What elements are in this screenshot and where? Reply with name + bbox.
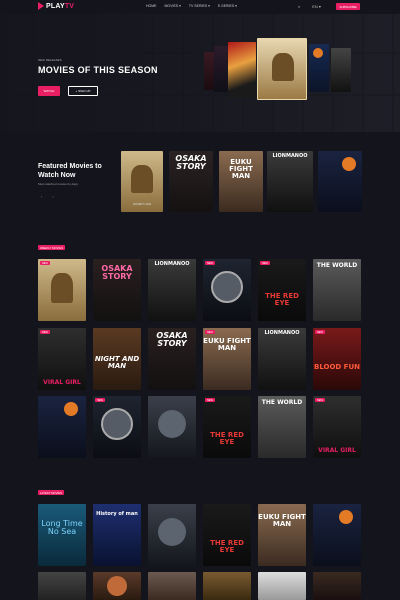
new-badge: NEW xyxy=(40,330,50,334)
movie-poster[interactable]: NEW xyxy=(38,259,86,321)
movie-poster[interactable]: NEW BLOOD FUN xyxy=(313,328,361,390)
featured-poster[interactable] xyxy=(318,151,362,212)
movie-poster[interactable]: NEW xyxy=(203,259,251,321)
movie-poster[interactable]: NEW THE RED EYE xyxy=(203,396,251,458)
poster-title: VIRAL GIRL xyxy=(43,379,81,386)
movie-poster[interactable] xyxy=(313,504,361,566)
movie-poster[interactable]: LIONMANOO xyxy=(258,328,306,390)
new-badge: NEW xyxy=(205,261,215,265)
main-menu: HOME MOVIES ▾ TV SERIES ▾ E-SERIES ▾ xyxy=(146,4,237,8)
poster-title: VIRAL GIRL xyxy=(318,447,356,454)
poster-title: EUKU FIGHT MAN xyxy=(258,513,306,528)
section-tag-weekly: WEEKLY MOVIES xyxy=(38,245,66,250)
logo-main-text: PLAY xyxy=(46,2,65,10)
featured-title: Featured Movies to Watch Now xyxy=(38,163,102,179)
hero-watch-button[interactable]: WATCH xyxy=(38,86,60,96)
hero-poster[interactable] xyxy=(204,52,214,90)
poster-title: OSAKA STORY xyxy=(101,264,133,281)
poster-title: THE RED EYE xyxy=(265,292,299,307)
movie-poster[interactable] xyxy=(203,572,251,600)
new-badge: NEW xyxy=(260,261,270,265)
movie-poster[interactable]: LIONMANOO xyxy=(148,259,196,321)
movie-poster[interactable]: Long Time No Sea xyxy=(38,504,86,566)
movie-poster[interactable]: NEW THE RED EYE xyxy=(258,259,306,321)
chevron-left-icon[interactable]: ‹ xyxy=(41,194,42,199)
poster-title: ANCIENT LAND xyxy=(132,203,152,206)
poster-title: OSAKA STORY xyxy=(156,331,188,348)
hero-poster[interactable] xyxy=(309,44,329,92)
hero-poster[interactable] xyxy=(331,48,351,92)
movie-poster[interactable] xyxy=(148,396,196,458)
search-icon[interactable]: ⌕ xyxy=(298,4,300,9)
movie-poster[interactable]: NEW EUKU FIGHT MAN xyxy=(203,328,251,390)
new-badge: NEW xyxy=(95,398,105,402)
new-badge: NEW xyxy=(205,398,215,402)
movie-poster[interactable]: History of man xyxy=(93,504,141,566)
movie-poster[interactable] xyxy=(258,572,306,600)
movie-poster[interactable]: THE RED EYE xyxy=(203,504,251,566)
menu-item-e-series[interactable]: E-SERIES ▾ xyxy=(218,4,237,8)
menu-item-tv-series[interactable]: TV SERIES ▾ xyxy=(189,4,210,8)
movie-poster[interactable] xyxy=(148,572,196,600)
poster-title: NIGHT AND MAN xyxy=(94,355,140,370)
movie-poster[interactable]: OSAKA STORY xyxy=(148,328,196,390)
new-badge: NEW xyxy=(315,398,325,402)
featured-subtitle: Most watched movies by days xyxy=(38,182,79,186)
menu-item-home[interactable]: HOME xyxy=(146,4,157,8)
logo-accent-text: TV xyxy=(64,2,75,10)
poster-title: BLOOD FUN xyxy=(313,363,361,371)
top-navigation: PLAYTV HOME MOVIES ▾ TV SERIES ▾ E-SERIE… xyxy=(0,0,400,14)
poster-title: EUKU FIGHT MAN xyxy=(229,158,253,180)
subscribe-button[interactable]: SUBSCRIBE xyxy=(336,3,360,10)
poster-title: THE WORLD xyxy=(316,262,358,269)
language-selector[interactable]: EN ▾ xyxy=(312,4,321,9)
poster-title: LIONMANOO xyxy=(272,153,308,159)
movie-poster[interactable]: EUKU FIGHT MAN xyxy=(258,504,306,566)
poster-title: THE RED EYE xyxy=(210,539,244,554)
new-badge: NEW xyxy=(315,330,325,334)
movie-poster[interactable] xyxy=(148,504,196,566)
movie-poster[interactable] xyxy=(38,572,86,600)
poster-title: History of man xyxy=(96,511,138,517)
poster-title: THE RED EYE xyxy=(210,431,244,446)
play-logo-icon xyxy=(38,2,44,10)
hero-kicker: NEW RELEASES xyxy=(38,58,62,62)
poster-title: THE WORLD xyxy=(261,399,303,406)
hero-banner: NEW RELEASES MOVIES OF THIS SEASON WATCH… xyxy=(0,0,400,132)
movie-poster[interactable] xyxy=(93,572,141,600)
movie-poster[interactable]: NIGHT AND MAN xyxy=(93,328,141,390)
poster-title: EUKU FIGHT MAN xyxy=(203,337,251,352)
hero-title: MOVIES OF THIS SEASON xyxy=(38,65,158,75)
movie-poster[interactable] xyxy=(313,572,361,600)
poster-title: LIONMANOO xyxy=(264,330,300,336)
poster-title: LIONMANOO xyxy=(154,261,190,267)
site-logo[interactable]: PLAYTV xyxy=(38,2,74,10)
hero-poster[interactable] xyxy=(228,42,256,98)
movie-poster[interactable]: NEW VIRAL GIRL xyxy=(313,396,361,458)
featured-arrows: ‹ › xyxy=(41,194,54,199)
hero-signup-button[interactable]: + SIGN UP xyxy=(68,86,98,96)
hero-poster[interactable] xyxy=(214,46,228,92)
chevron-right-icon[interactable]: › xyxy=(52,194,53,199)
hero-poster-featured[interactable] xyxy=(257,38,307,100)
featured-poster[interactable]: LIONMANOO xyxy=(267,151,313,212)
featured-poster[interactable]: OSAKA STORY xyxy=(169,151,213,212)
featured-poster[interactable]: ANCIENT LAND xyxy=(121,151,163,212)
new-badge: NEW xyxy=(40,261,50,265)
section-tag-latest: LATEST MOVIES xyxy=(38,490,64,495)
poster-title: OSAKA STORY xyxy=(175,154,207,171)
movie-poster[interactable]: THE WORLD xyxy=(258,396,306,458)
movie-poster[interactable]: OSAKA STORY xyxy=(93,259,141,321)
featured-poster[interactable]: EUKU FIGHT MAN xyxy=(219,151,263,212)
poster-title: Long Time No Sea xyxy=(41,519,83,536)
movie-poster[interactable]: NEW xyxy=(93,396,141,458)
new-badge: NEW xyxy=(205,330,215,334)
movie-poster[interactable]: THE WORLD xyxy=(313,259,361,321)
menu-item-movies[interactable]: MOVIES ▾ xyxy=(165,4,181,8)
movie-poster[interactable]: NEW VIRAL GIRL xyxy=(38,328,86,390)
nav-icons: ⌕ EN ▾ xyxy=(298,4,321,9)
movie-poster[interactable] xyxy=(38,396,86,458)
